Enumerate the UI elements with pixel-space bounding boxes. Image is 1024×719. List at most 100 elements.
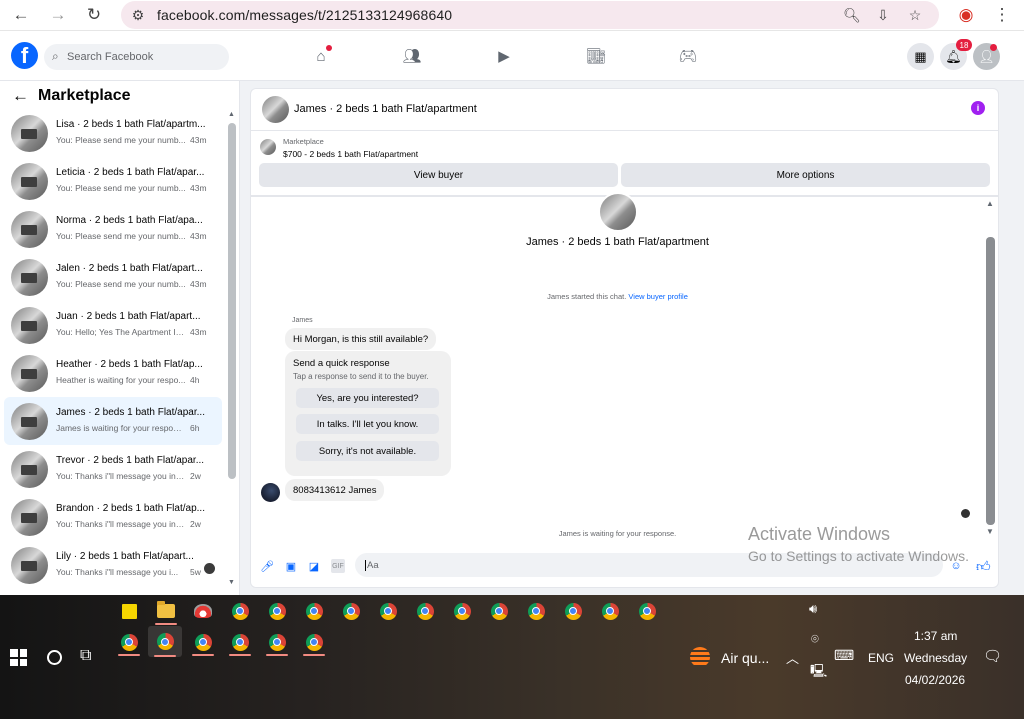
task-view-icon[interactable]: ⧉	[80, 647, 91, 665]
scroll-down-icon[interactable]: ▼	[986, 527, 994, 536]
conversation-time: 43m	[190, 183, 207, 193]
chrome-window[interactable]	[115, 628, 143, 656]
quick-response-option[interactable]: Sorry, it's not available.	[296, 441, 439, 461]
search-icon[interactable]	[47, 650, 62, 665]
profile-icon[interactable]: ◉	[953, 3, 979, 27]
notification-center-icon[interactable]: 🗨︎	[983, 647, 1002, 665]
running-indicator	[303, 654, 325, 656]
thumbs-up-icon[interactable]: 👍︎	[976, 558, 991, 575]
chrome-window[interactable]	[263, 597, 291, 625]
chrome-window[interactable]	[596, 597, 624, 625]
bookmark-star-icon[interactable]: ☆	[906, 6, 924, 24]
microphone-icon[interactable]: 🎤︎	[260, 559, 274, 573]
conversation-item[interactable]: Lisa · 2 beds 1 bath Flat/apartm... You:…	[4, 109, 222, 157]
chrome-window[interactable]	[263, 628, 291, 656]
file-explorer-app[interactable]	[152, 597, 180, 625]
scroll-up-icon[interactable]: ▲	[986, 199, 994, 208]
listing-thumbnail[interactable]	[260, 139, 276, 155]
chat-scrollbar[interactable]	[986, 237, 995, 525]
paint-app[interactable]	[189, 597, 217, 625]
conversation-item[interactable]: Norma · 2 beds 1 bath Flat/apa... You: P…	[4, 205, 222, 253]
friends-icon[interactable]: 👥︎	[402, 47, 422, 65]
install-app-icon[interactable]: ⇩	[874, 6, 892, 24]
language-indicator[interactable]: ENG	[868, 651, 894, 665]
text-caret	[365, 559, 366, 571]
buyer-avatar-large[interactable]	[598, 192, 638, 232]
chrome-window[interactable]	[411, 597, 439, 625]
reload-icon[interactable]: ↻	[81, 3, 107, 27]
chat-avatar[interactable]	[262, 96, 289, 123]
info-icon[interactable]: i	[971, 101, 985, 115]
show-hidden-icons-chevron[interactable]: ︿	[786, 648, 799, 667]
clock-date[interactable]: 04/02/2026	[905, 673, 965, 687]
back-icon[interactable]: ←	[8, 3, 34, 27]
chrome-window[interactable]	[337, 597, 365, 625]
weather-text[interactable]: Air qu...	[721, 650, 769, 666]
conversation-snippet: Heather is waiting for your respo...	[56, 375, 186, 385]
sidebar-scrollbar[interactable]	[228, 123, 236, 479]
gaming-icon[interactable]: 🎮︎	[678, 47, 698, 65]
forward-icon[interactable]: →	[45, 3, 71, 27]
zoom-icon[interactable]: 🔍︎	[843, 6, 861, 24]
clock-day[interactable]: Wednesday	[904, 651, 967, 665]
chrome-window-active[interactable]	[148, 626, 182, 657]
chrome-window[interactable]	[633, 597, 661, 625]
chrome-window[interactable]	[448, 597, 476, 625]
view-buyer-profile-link[interactable]: View buyer profile	[628, 292, 687, 301]
quick-response-option[interactable]: Yes, are you interested?	[296, 388, 439, 408]
chrome-window[interactable]	[559, 597, 587, 625]
more-options-button[interactable]: More options	[621, 163, 990, 187]
search-input[interactable]: ⌕ Search Facebook	[44, 44, 229, 70]
back-arrow-icon[interactable]: ←	[12, 86, 29, 106]
chrome-window[interactable]	[226, 597, 254, 625]
sticky-notes-app[interactable]	[115, 597, 143, 625]
chrome-icon	[231, 633, 249, 651]
chrome-window[interactable]	[374, 597, 402, 625]
conversation-item[interactable]: Leticia · 2 beds 1 bath Flat/apar... You…	[4, 157, 222, 205]
chat-title[interactable]: James · 2 beds 1 bath Flat/apartment	[294, 103, 477, 115]
keyboard-icon[interactable]: ⌨	[834, 647, 854, 664]
quick-response-option[interactable]: In talks. I'll let you know.	[296, 414, 439, 434]
conversation-item[interactable]: Juan · 2 beds 1 bath Flat/apart... You: …	[4, 301, 222, 349]
scroll-up-icon[interactable]: ▲	[228, 111, 235, 118]
conversation-item[interactable]: Brandon · 2 beds 1 bath Flat/ap... You: …	[4, 493, 222, 541]
buyer-avatar-small[interactable]	[261, 483, 280, 502]
conversation-item[interactable]: Trevor · 2 beds 1 bath Flat/apar... You:…	[4, 445, 222, 493]
facebook-logo-icon[interactable]: f	[11, 42, 38, 69]
chrome-window[interactable]	[522, 597, 550, 625]
menu-grid-icon[interactable]: ▦	[907, 43, 934, 70]
conversation-item-active[interactable]: James · 2 beds 1 bath Flat/apar... James…	[4, 397, 222, 445]
menu-dots-icon[interactable]: ⋮	[989, 3, 1015, 27]
chrome-window[interactable]	[300, 597, 328, 625]
conversation-name: James · 2 beds 1 bath Flat/apar...	[56, 407, 205, 418]
conversation-item[interactable]: Jalen · 2 beds 1 bath Flat/apart... You:…	[4, 253, 222, 301]
webcam-icon[interactable]: ⌾	[811, 631, 819, 647]
windows-start-icon[interactable]	[10, 649, 27, 666]
address-bar[interactable]: ⚙ facebook.com/messages/t/21251331249686…	[121, 1, 939, 29]
marketplace-sidebar: ← Marketplace Lisa · 2 beds 1 bath Flat/…	[0, 81, 240, 595]
site-settings-icon[interactable]: ⚙	[129, 6, 147, 24]
conversation-name: Jalen · 2 beds 1 bath Flat/apart...	[56, 263, 203, 274]
sticker-icon[interactable]: ◪	[307, 559, 321, 573]
clock-time[interactable]: 1:37 am	[914, 629, 957, 643]
volume-icon[interactable]: 🔊︎	[809, 601, 817, 617]
listing-thumbnail	[11, 547, 48, 584]
air-quality-icon[interactable]	[690, 647, 710, 667]
listing-title[interactable]: $700 - 2 beds 1 bath Flat/apartment	[283, 149, 418, 159]
view-buyer-button[interactable]: View buyer	[259, 163, 618, 187]
scroll-down-icon[interactable]: ▼	[228, 579, 235, 586]
conversation-item[interactable]: Heather · 2 beds 1 bath Flat/ap... Heath…	[4, 349, 222, 397]
gif-icon[interactable]: GIF	[331, 559, 345, 573]
video-icon[interactable]: ▶	[494, 47, 514, 65]
conversation-item[interactable]: Lily · 2 beds 1 bath Flat/apart... You: …	[4, 541, 222, 589]
chrome-window[interactable]	[189, 628, 217, 656]
network-icon[interactable]: 🖳︎	[810, 662, 827, 684]
marketplace-icon[interactable]: 🏬︎	[586, 47, 606, 65]
chrome-window[interactable]	[485, 597, 513, 625]
chrome-icon	[268, 633, 286, 651]
chrome-window[interactable]	[226, 628, 254, 656]
chrome-window[interactable]	[300, 628, 328, 656]
conversation-name: Juan · 2 beds 1 bath Flat/apart...	[56, 311, 201, 322]
conversation-time: 43m	[190, 231, 207, 241]
photo-icon[interactable]: ▣	[284, 559, 298, 573]
